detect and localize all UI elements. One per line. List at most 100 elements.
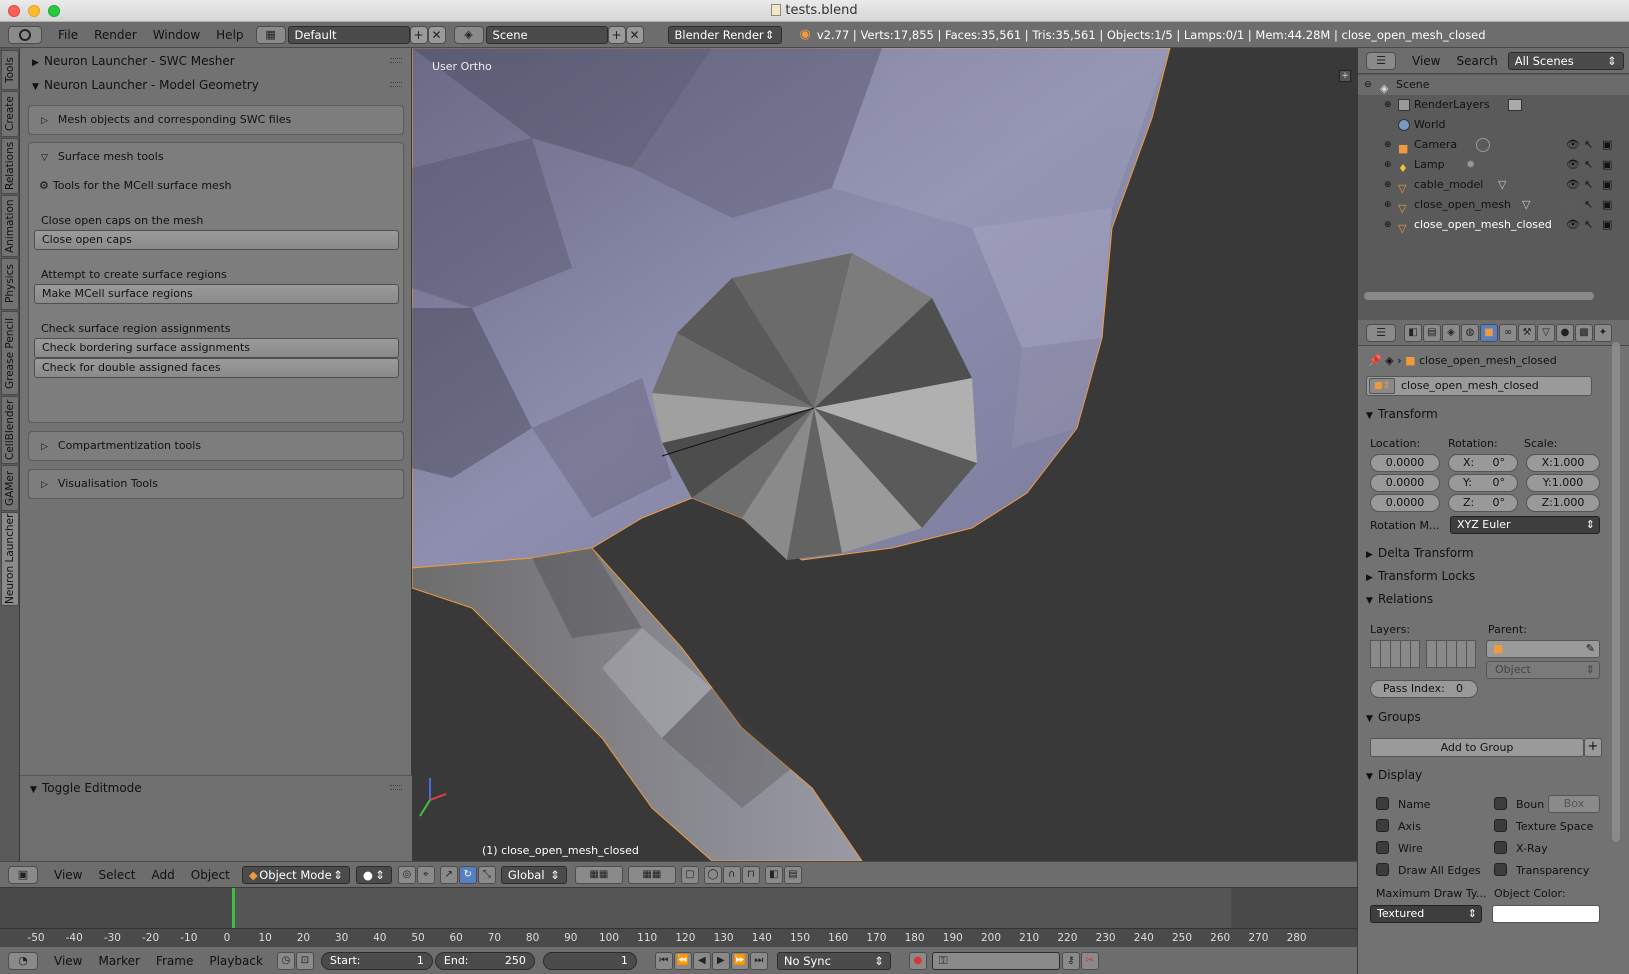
display-section-header[interactable]: ▼ Display: [1366, 768, 1606, 782]
object-layers-grid-1[interactable]: [1370, 640, 1420, 668]
rotation-x-field[interactable]: X: 0°: [1448, 454, 1518, 472]
menu-file[interactable]: File: [50, 28, 86, 42]
max-draw-type-dropdown[interactable]: Textured ⇕: [1370, 905, 1482, 923]
outliner-display-mode-dropdown[interactable]: All Scenes ⇕: [1507, 51, 1624, 70]
render-camera-icon[interactable]: ▣: [1602, 175, 1612, 195]
scale-x-field[interactable]: X:1.000: [1526, 454, 1600, 472]
screen-layout-icon-button[interactable]: ▦: [255, 25, 286, 44]
tab-material-button[interactable]: ●: [1556, 323, 1574, 342]
relations-section-header[interactable]: ▼ Relations: [1366, 592, 1606, 606]
draw-all-edges-checkbox[interactable]: [1376, 863, 1389, 876]
render-animation-button[interactable]: ▤: [783, 865, 802, 884]
timeline-area[interactable]: [0, 888, 1357, 928]
tab-constraints-button[interactable]: ∞: [1499, 323, 1517, 342]
3d-viewport[interactable]: User Ortho (1) close_open_mesh_closed +: [412, 48, 1357, 861]
selectable-cursor-icon[interactable]: ↖: [1584, 135, 1593, 155]
layers-grid-2[interactable]: ▦▦: [627, 865, 676, 884]
visibility-eye-icon[interactable]: 👁: [1566, 135, 1580, 155]
tab-modifiers-button[interactable]: ⚒: [1518, 323, 1536, 342]
play-reverse-button[interactable]: ◀: [692, 951, 711, 970]
translate-manipulator-button[interactable]: ↗: [439, 865, 458, 884]
render-engine-dropdown[interactable]: Blender Render ⇕: [667, 25, 782, 44]
outliner-item-scene[interactable]: ⊖ ◈ Scene: [1358, 75, 1629, 95]
selectable-cursor-icon[interactable]: ↖: [1584, 215, 1593, 235]
visibility-eye-icon[interactable]: 👁: [1566, 175, 1580, 195]
outliner-item-lamp[interactable]: ⊕ ♦ Lamp ✹ 👁 ↖ ▣: [1358, 155, 1629, 175]
delete-keyframe-button[interactable]: ✂: [1080, 951, 1099, 970]
tab-gamer[interactable]: GAMer: [1, 465, 19, 511]
drag-grip-icon[interactable]: [390, 785, 402, 790]
rotate-manipulator-button[interactable]: ↻: [458, 865, 477, 884]
add-screen-button[interactable]: +: [409, 25, 428, 44]
check-double-faces-button[interactable]: Check for double assigned faces: [34, 358, 399, 378]
end-frame-field[interactable]: End: 250: [434, 951, 535, 970]
drag-grip-icon[interactable]: [390, 82, 402, 87]
xray-checkbox[interactable]: [1494, 841, 1507, 854]
jump-prev-keyframe-button[interactable]: ⏪: [673, 951, 692, 970]
location-z-field[interactable]: 0.0000: [1370, 494, 1440, 512]
visibility-eye-icon[interactable]: 👁: [1566, 155, 1580, 175]
transform-orientation-dropdown[interactable]: Global ⇕: [500, 865, 567, 884]
add-scene-button[interactable]: +: [607, 25, 626, 44]
render-preview-button[interactable]: ◧: [764, 865, 783, 884]
transparency-checkbox[interactable]: [1494, 863, 1507, 876]
menu-select[interactable]: Select: [90, 868, 143, 882]
insert-keyframe-button[interactable]: ⚷: [1061, 951, 1080, 970]
visibility-eye-icon[interactable]: 👁: [1566, 215, 1580, 235]
bounds-type-dropdown[interactable]: Box: [1548, 795, 1600, 813]
current-frame-field[interactable]: 1: [542, 951, 637, 970]
menu-object[interactable]: Object: [183, 868, 238, 882]
axis-checkbox[interactable]: [1376, 819, 1389, 832]
render-camera-icon[interactable]: ▣: [1602, 155, 1612, 175]
delete-screen-button[interactable]: ✕: [427, 25, 446, 44]
menu-frame[interactable]: Frame: [148, 954, 201, 968]
toggle-editmode-header[interactable]: ▼ Toggle Editmode: [20, 776, 412, 800]
delete-scene-button[interactable]: ✕: [625, 25, 644, 44]
parent-field[interactable]: ■ ✎: [1486, 640, 1600, 658]
object-datablock-icon[interactable]: ■⇕: [1369, 378, 1395, 394]
outliner-item-camera[interactable]: ⊕ ■ Camera 👁 ↖ ▣: [1358, 135, 1629, 155]
tab-texture-button[interactable]: ▩: [1575, 323, 1593, 342]
outliner-menu-search[interactable]: Search: [1448, 54, 1505, 68]
viewport-shading-dropdown[interactable]: ● ⇕: [355, 865, 392, 884]
selectable-cursor-icon[interactable]: ↖: [1584, 155, 1593, 175]
object-layers-grid-2[interactable]: [1426, 640, 1476, 668]
editor-type-timeline-button[interactable]: ◔: [8, 951, 38, 970]
editor-type-3dview-button[interactable]: ▣: [8, 865, 38, 884]
menu-view[interactable]: View: [46, 868, 90, 882]
add-to-group-button[interactable]: Add to Group: [1370, 738, 1584, 757]
make-surface-regions-button[interactable]: Make MCell surface regions: [34, 284, 399, 304]
preview-range-button[interactable]: ◷: [276, 951, 295, 970]
lock-range-button[interactable]: ⊡: [295, 951, 314, 970]
delta-transform-section-header[interactable]: ▶ Delta Transform: [1366, 546, 1606, 560]
object-mode-dropdown[interactable]: ◆ Object Mode ⇕: [241, 865, 350, 884]
tab-render-button[interactable]: ◧: [1404, 323, 1422, 342]
pass-index-field[interactable]: Pass Index: 0: [1370, 680, 1478, 698]
eyedropper-icon[interactable]: ✎: [1586, 641, 1595, 657]
tab-neuron-launcher[interactable]: Neuron Launcher: [1, 512, 19, 606]
scene-icon-button[interactable]: ◈: [453, 25, 484, 44]
menu-add[interactable]: Add: [144, 868, 183, 882]
close-open-caps-button[interactable]: Close open caps: [34, 230, 399, 250]
tab-world-button[interactable]: ◍: [1461, 323, 1479, 342]
tab-renderlayers-button[interactable]: ▤: [1423, 323, 1441, 342]
timeline-ruler[interactable]: -50 -40 -30 -20 -10 0 10 20 30 40 50 60 70 80 90 100 110…: [0, 928, 1357, 947]
editor-type-properties-button[interactable]: ☰: [1366, 323, 1396, 342]
tab-grease-pencil[interactable]: Grease Pencil: [1, 311, 19, 395]
render-camera-icon[interactable]: ▣: [1602, 195, 1612, 215]
render-camera-icon[interactable]: ▣: [1602, 135, 1612, 155]
pivot-point-button[interactable]: ◎: [397, 865, 416, 884]
viewport-corner-plus-icon[interactable]: +: [1339, 70, 1351, 82]
menu-marker[interactable]: Marker: [90, 954, 147, 968]
scale-z-field[interactable]: Z:1.000: [1526, 494, 1600, 512]
tab-particles-button[interactable]: ✦: [1594, 323, 1612, 342]
menu-render[interactable]: Render: [86, 28, 145, 42]
tab-scene-button[interactable]: ◈: [1442, 323, 1460, 342]
snap-element-button[interactable]: ⊓: [741, 865, 760, 884]
tab-relations[interactable]: Relations: [1, 138, 19, 194]
texture-space-checkbox[interactable]: [1494, 819, 1507, 832]
selectable-cursor-icon[interactable]: ↖: [1584, 175, 1593, 195]
panel-swc-mesher-header[interactable]: ▶ Neuron Launcher - SWC Mesher: [20, 49, 412, 73]
layers-grid-1[interactable]: ▦▦: [574, 865, 623, 884]
jump-end-button[interactable]: ⏭: [749, 951, 768, 970]
